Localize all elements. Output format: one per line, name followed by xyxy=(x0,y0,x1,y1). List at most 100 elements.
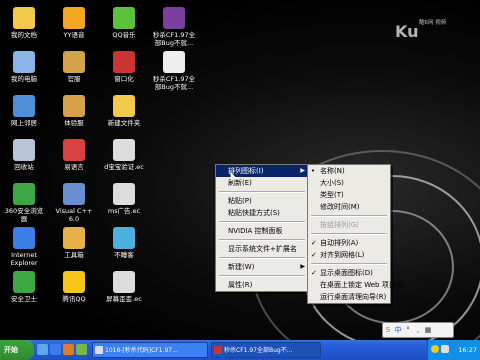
game-icon xyxy=(63,51,85,73)
menu-separator xyxy=(311,263,387,265)
radio-dot-icon: • xyxy=(311,167,316,175)
desktop-icon-label: QQ音乐 xyxy=(112,31,136,39)
desktop-icon-label: 官服 xyxy=(67,75,81,83)
arrange-icons-submenu: • 名称(N) 大小(S) 类型(T) 修改时间(M) 按组排列(G) ✓ 自动排列(A) ✓ 对… xyxy=(307,164,403,304)
music-icon xyxy=(113,7,135,29)
desktop-icon[interactable]: 屏幕歪歪.ec xyxy=(100,268,148,314)
desktop-icon[interactable]: ms广告.ec xyxy=(100,180,148,226)
menu-item-label: 在桌面上锁定 Web 项目(I) xyxy=(320,281,404,289)
submenu-item[interactable]: 按组排列(G) xyxy=(308,219,390,231)
desktop-icon[interactable]: 网上邻居 xyxy=(0,92,48,138)
browser-icon xyxy=(13,183,35,205)
context-menu-item[interactable]: NVIDIA 控制面板 xyxy=(216,225,308,237)
desktop-icon[interactable]: 新建文件夹 xyxy=(100,92,148,138)
window-icon xyxy=(113,51,135,73)
ime-button[interactable]: 中 xyxy=(393,323,403,337)
menu-item-label: 自动排列(A) xyxy=(320,239,359,247)
yy-icon xyxy=(63,7,85,29)
ie-icon xyxy=(13,227,35,249)
submenu-item[interactable]: 在桌面上锁定 Web 项目(I) xyxy=(308,279,403,291)
desktop-icon[interactable]: 腾讯QQ xyxy=(50,268,98,314)
desktop-icon[interactable]: 秒杀CF1.97全 部Bug不就... xyxy=(150,4,198,50)
desktop-icon[interactable]: 体验服 xyxy=(50,92,98,138)
taskbar-button[interactable]: 秒杀CF1.97全部Bug不... xyxy=(211,342,321,358)
context-menu-item[interactable]: 显示系统文件+扩展名 xyxy=(216,243,308,255)
desktop-icon[interactable]: 我的文档 xyxy=(0,4,48,50)
desktop-icon[interactable]: Visual C++ 6.0 xyxy=(50,180,98,226)
toolbox-icon xyxy=(63,227,85,249)
context-menu-item[interactable]: 属性(R) xyxy=(216,279,308,291)
submenu-item[interactable]: 修改时间(M) xyxy=(308,201,390,213)
context-menu-item[interactable]: 粘贴(P) xyxy=(216,195,308,207)
watermark-sub: 酷6网 视频 xyxy=(419,20,447,26)
submenu-item[interactable]: 大小(S) xyxy=(308,177,390,189)
menu-separator xyxy=(219,239,305,241)
desktop-icon[interactable]: YY语音 xyxy=(50,4,98,50)
desktop-icon[interactable]: QQ音乐 xyxy=(100,4,148,50)
desktop-icon-label: 不睡客 xyxy=(114,251,134,259)
desktop-icon[interactable]: d宝宝验证.ec xyxy=(100,136,148,182)
network-icon xyxy=(13,95,35,117)
desktop-icon[interactable]: 我的电脑 xyxy=(0,48,48,94)
show-desktop-icon[interactable] xyxy=(37,344,48,355)
submenu-item[interactable]: 类型(T) xyxy=(308,189,390,201)
app-icon xyxy=(113,227,135,249)
file-icon xyxy=(113,183,135,205)
submenu-arrow-icon: ▶ xyxy=(300,167,305,174)
menu-item-label: 名称(N) xyxy=(320,167,345,175)
submenu-arrow-icon: ▶ xyxy=(300,263,305,270)
menu-item-label: 按组排列(G) xyxy=(320,221,359,229)
menu-separator xyxy=(219,221,305,223)
menu-item-label: 修改时间(M) xyxy=(320,203,360,211)
app-icon[interactable] xyxy=(76,344,87,355)
app-icon xyxy=(63,139,85,161)
document-icon xyxy=(163,51,185,73)
desktop-icon-label: 秒杀CF1.97全 部Bug不就... xyxy=(152,75,196,91)
window-icon xyxy=(95,346,103,354)
desktop-icon[interactable]: 秒杀CF1.97全 部Bug不就... xyxy=(150,48,198,94)
desktop-icon[interactable]: 窗口化 xyxy=(100,48,148,94)
desktop-icon-label: d宝宝验证.ec xyxy=(104,163,144,171)
desktop-icon[interactable]: Internet Explorer xyxy=(0,224,48,270)
document-icon xyxy=(214,346,222,354)
menu-separator xyxy=(219,191,305,193)
shield-icon xyxy=(13,271,35,293)
submenu-item[interactable]: ✓ 对齐到网格(L) xyxy=(308,249,390,261)
desktop-icon[interactable]: 安全卫士 xyxy=(0,268,48,314)
desktop-icon[interactable]: 官服 xyxy=(50,48,98,94)
ime-button[interactable]: , xyxy=(413,323,423,337)
menu-separator xyxy=(219,257,305,259)
ie-icon[interactable] xyxy=(50,344,61,355)
qq-tray-icon[interactable] xyxy=(431,345,439,353)
menu-item-label: 粘贴快捷方式(S) xyxy=(228,209,280,217)
desktop-icon-label: 腾讯QQ xyxy=(62,295,86,303)
volume-icon[interactable] xyxy=(441,345,449,353)
menu-item-label: 新建(W) xyxy=(228,263,255,271)
submenu-item[interactable]: ✓ 自动排列(A) xyxy=(308,237,390,249)
context-menu-item[interactable]: 粘贴快捷方式(S) xyxy=(216,207,308,219)
start-button[interactable]: 开始 xyxy=(0,340,34,360)
desktop-icon-label: ms广告.ec xyxy=(107,207,141,215)
desktop-icon[interactable]: 工具箱 xyxy=(50,224,98,270)
submenu-item[interactable]: 运行桌面清理向导(R) xyxy=(308,291,390,303)
desktop-icon[interactable]: 易语言 xyxy=(50,136,98,182)
game-icon xyxy=(63,95,85,117)
taskbar-button-label: 1018-[秒杀代码]CF1.97... xyxy=(105,347,178,354)
file-icon xyxy=(113,139,135,161)
taskbar-button[interactable]: 1018-[秒杀代码]CF1.97... xyxy=(92,342,208,358)
desktop-icon[interactable]: 回收站 xyxy=(0,136,48,182)
ime-button[interactable]: ° xyxy=(403,323,413,337)
ime-button[interactable]: S xyxy=(383,323,393,337)
submenu-item[interactable]: ✓ 显示桌面图标(D) xyxy=(308,267,390,279)
submenu-item[interactable]: • 名称(N) xyxy=(308,165,390,177)
desktop-icon-label: Visual C++ 6.0 xyxy=(55,207,93,223)
desktop-icon-label: Internet Explorer xyxy=(10,251,38,267)
media-icon[interactable] xyxy=(63,344,74,355)
context-menu-item[interactable]: 新建(W) ▶ xyxy=(216,261,308,273)
desktop-icon-label: 回收站 xyxy=(14,163,34,171)
clock[interactable]: 16:27 xyxy=(458,340,477,360)
ime-button[interactable]: ▦ xyxy=(423,323,433,337)
desktop-icon[interactable]: 不睡客 xyxy=(100,224,148,270)
archive-icon xyxy=(163,7,185,29)
desktop-icon[interactable]: 360安全浏览 器 xyxy=(0,180,48,226)
